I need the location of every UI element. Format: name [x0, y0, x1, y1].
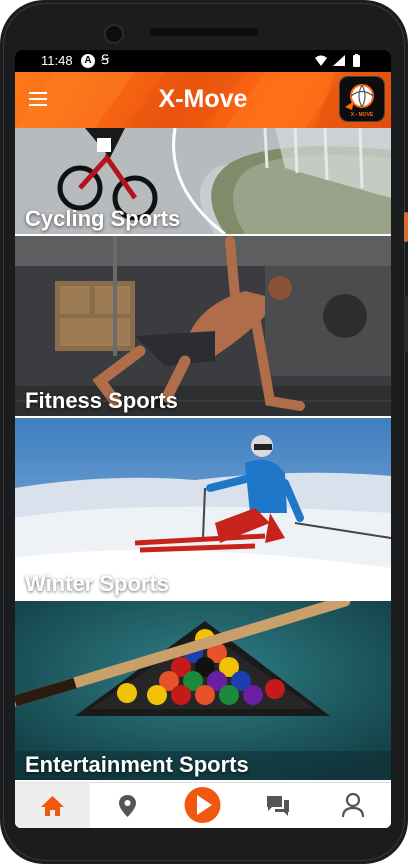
- earpiece-speaker: [150, 28, 258, 36]
- category-label: Winter Sports: [25, 571, 170, 596]
- nav-play[interactable]: [165, 783, 240, 828]
- category-tile-cycling[interactable]: Cycling Sports: [15, 128, 391, 234]
- s-sync-icon: Ꞩ: [101, 52, 110, 67]
- app-title: X-Move: [158, 85, 248, 113]
- status-bar: 11:48 A Ꞩ: [15, 50, 391, 72]
- bottom-navigation: [15, 782, 391, 828]
- nav-chat[interactable]: [240, 783, 315, 828]
- profile-icon: [341, 792, 365, 818]
- wifi-icon: [315, 55, 327, 66]
- system-status-icons: [315, 54, 360, 67]
- category-feed[interactable]: Cycling Sports Fitness Sports Winter Spo…: [15, 128, 391, 780]
- x-move-logo[interactable]: X - MOVE: [339, 76, 385, 122]
- battery-icon: [353, 55, 360, 67]
- power-button: [404, 212, 408, 242]
- nav-home[interactable]: [15, 783, 90, 828]
- category-tile-fitness[interactable]: Fitness Sports: [15, 236, 391, 416]
- chat-icon: [267, 796, 289, 816]
- location-pin-icon: [119, 795, 136, 817]
- status-time: 11:48: [41, 53, 73, 68]
- category-label: Cycling Sports: [25, 206, 181, 231]
- nav-profile[interactable]: [315, 783, 391, 828]
- category-label: Entertainment Sports: [25, 752, 249, 777]
- logo-text: X - MOVE: [350, 112, 374, 118]
- nav-location[interactable]: [90, 783, 165, 828]
- play-icon: [184, 787, 221, 823]
- app-screen: 11:48 A Ꞩ X-Move X - MOVE Cycling Sports…: [15, 50, 391, 828]
- category-label: Fitness Sports: [25, 388, 178, 413]
- app-bar: X-Move X - MOVE: [15, 72, 391, 128]
- category-tile-entertainment[interactable]: Entertainment Sports: [15, 601, 391, 780]
- category-tile-winter[interactable]: Winter Sports: [15, 418, 391, 599]
- a-circle-icon: A: [81, 54, 95, 68]
- signal-icon: [333, 55, 345, 66]
- front-camera: [104, 24, 124, 44]
- volume-rocker: [404, 296, 408, 352]
- home-icon: [41, 796, 64, 816]
